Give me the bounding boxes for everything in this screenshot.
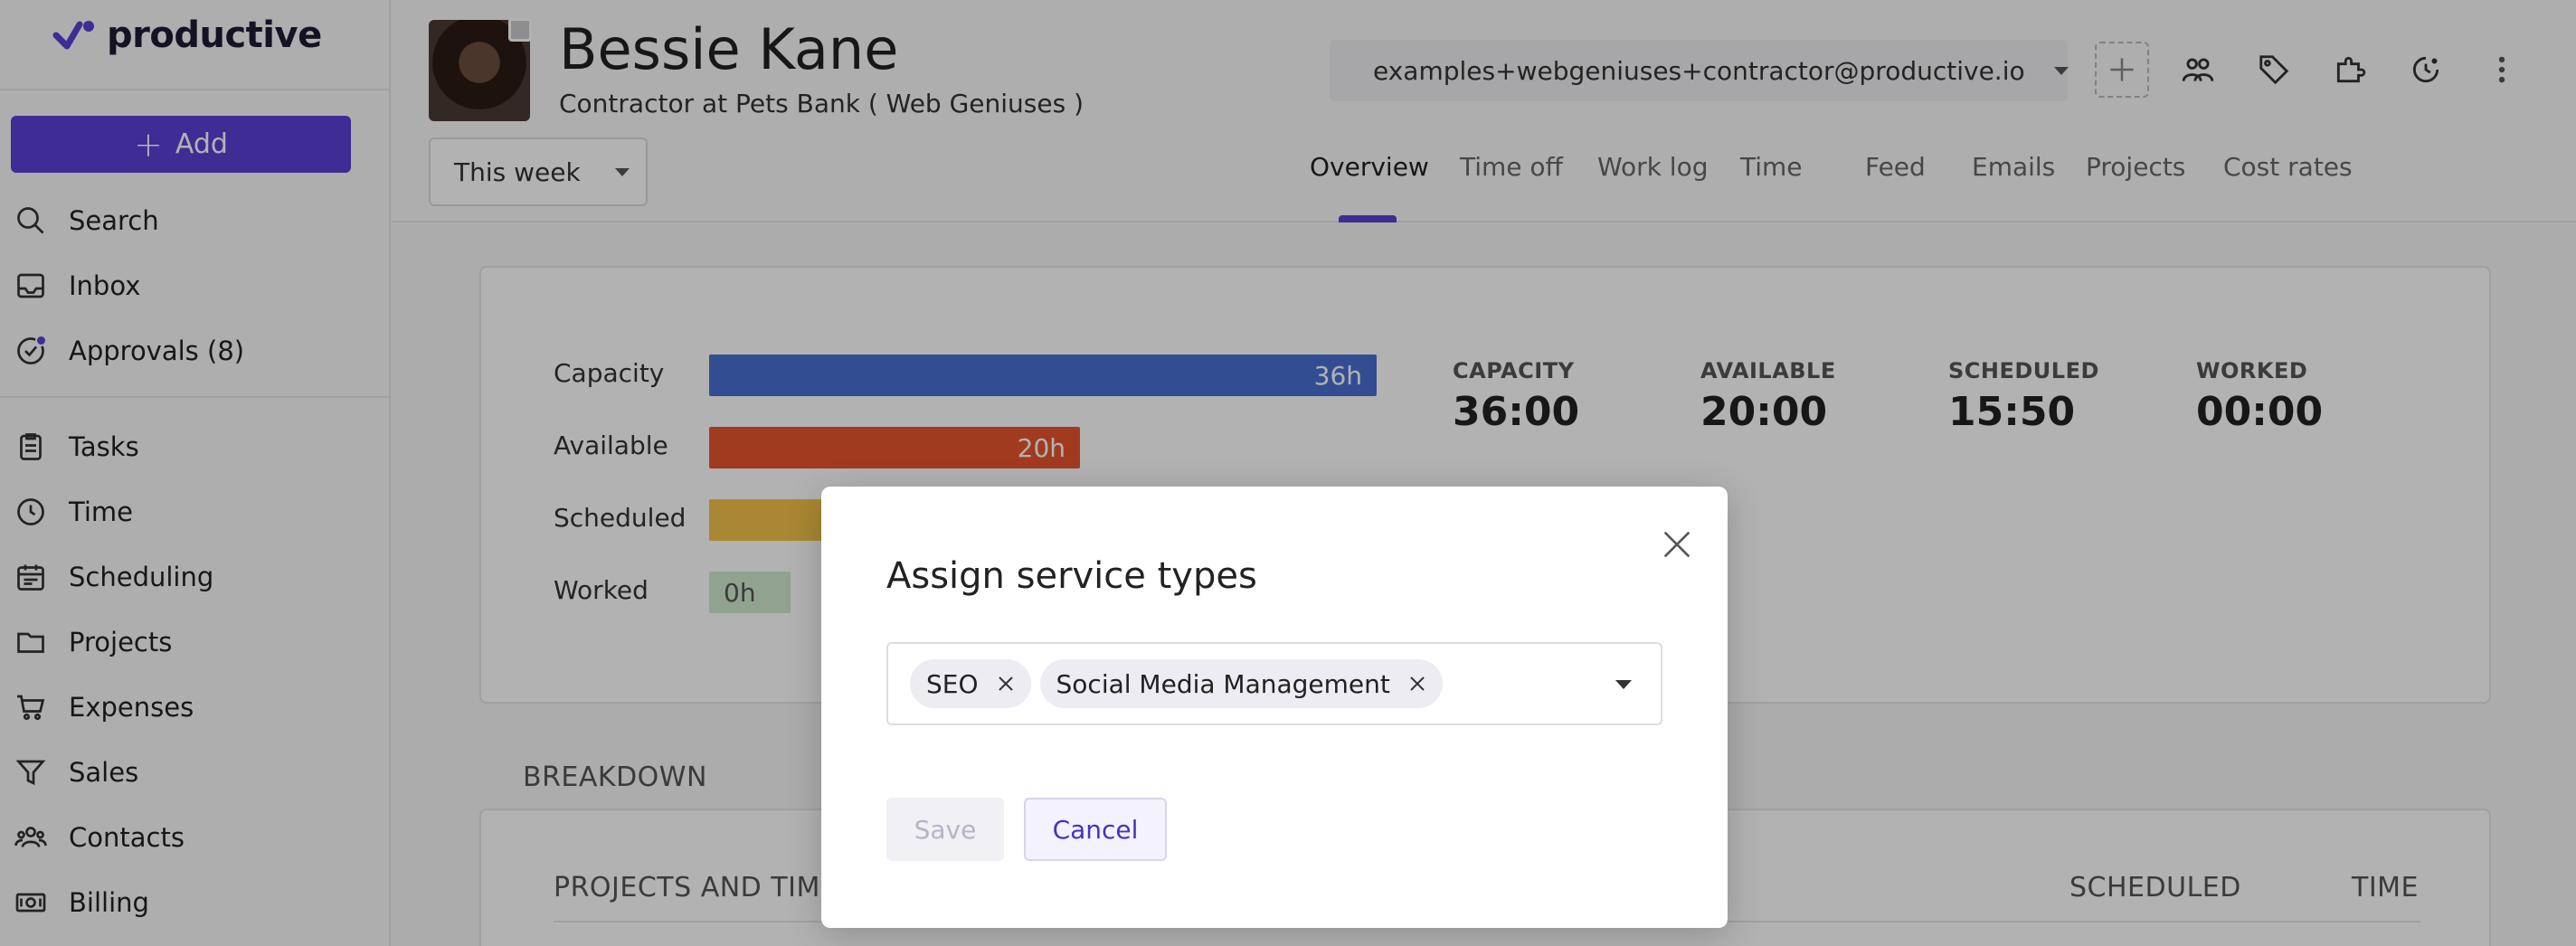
close-button[interactable] bbox=[1653, 521, 1700, 568]
chip-label: Social Media Management bbox=[1056, 668, 1390, 699]
service-types-select[interactable]: SEO Social Media Management bbox=[886, 642, 1662, 725]
save-button[interactable]: Save bbox=[886, 798, 1004, 861]
close-icon bbox=[1663, 531, 1690, 558]
cancel-button[interactable]: Cancel bbox=[1024, 798, 1167, 861]
chevron-down-icon[interactable] bbox=[1615, 680, 1632, 689]
close-icon[interactable] bbox=[1406, 673, 1428, 695]
chip-label: SEO bbox=[926, 668, 979, 699]
modal-title: Assign service types bbox=[886, 555, 1257, 597]
service-type-chip: SEO bbox=[910, 659, 1031, 708]
app-root: productive + Add Search Inbox Approvals … bbox=[0, 0, 2576, 946]
close-icon[interactable] bbox=[995, 673, 1017, 695]
assign-service-types-modal: Assign service types SEO Social Media Ma… bbox=[821, 487, 1728, 928]
service-type-chip: Social Media Management bbox=[1039, 659, 1443, 708]
